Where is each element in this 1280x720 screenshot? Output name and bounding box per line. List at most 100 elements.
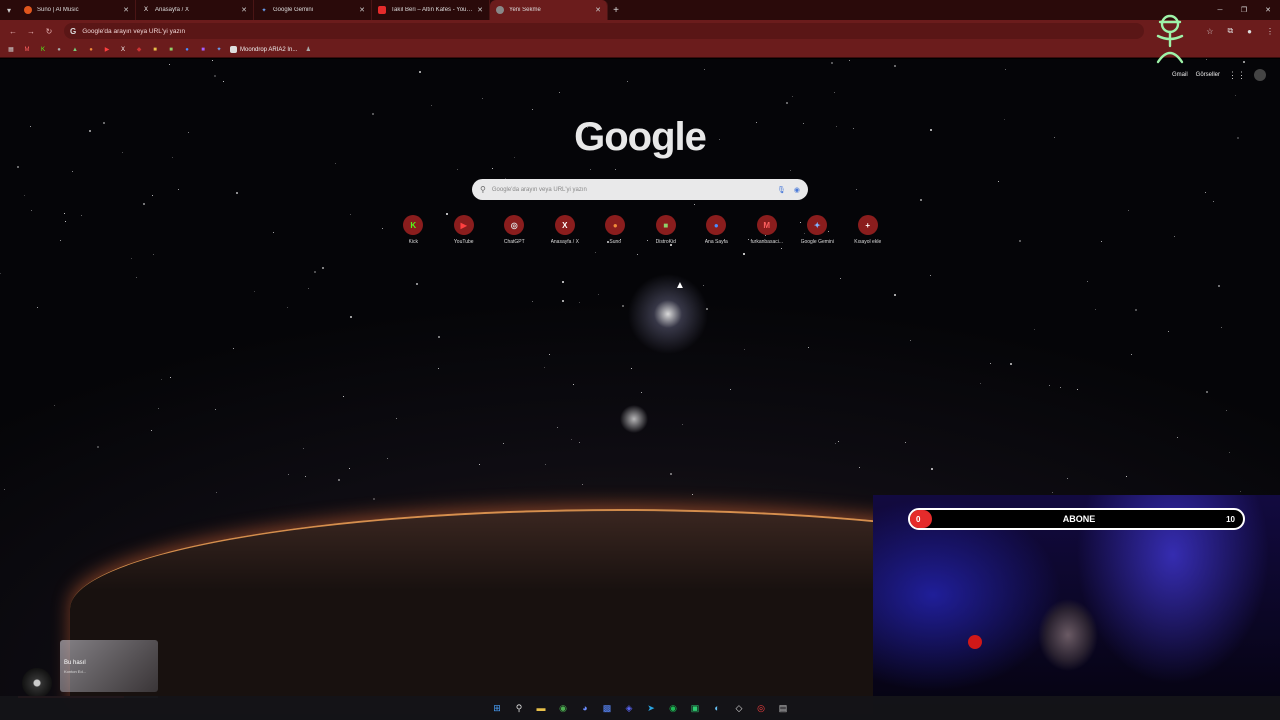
tab-x[interactable]: X Anasayfa / X ✕ — [136, 0, 254, 20]
star-dot — [387, 458, 388, 459]
back-icon[interactable]: ← — [4, 27, 22, 36]
shortcut-kick[interactable]: K Kick — [388, 215, 439, 245]
bookmark-icon[interactable]: ● — [182, 45, 192, 55]
star-dot — [322, 267, 324, 269]
star-dot — [831, 62, 833, 64]
star-dot — [910, 340, 911, 341]
star-dot — [416, 283, 418, 285]
add-shortcut-button[interactable]: + Kısayol ekle — [843, 215, 894, 245]
star-dot — [595, 252, 596, 253]
star-dot — [17, 166, 19, 168]
search-placeholder: Google'da arayın veya URL'yi yazın — [491, 186, 587, 193]
star-dot — [894, 294, 896, 296]
bookmark-icon[interactable]: ▲ — [70, 45, 80, 55]
avatar[interactable] — [1254, 69, 1266, 81]
browser-toolbar: ← → ↻ G Google'da arayın veya URL'yi yaz… — [0, 20, 1280, 42]
star-dot — [233, 348, 234, 349]
spotify-icon[interactable]: ◉ — [665, 700, 681, 716]
person-icon[interactable]: ♟ — [303, 45, 313, 55]
gmail-bookmark-icon[interactable]: M — [22, 45, 32, 55]
star-dot — [1229, 452, 1230, 453]
tab-suno[interactable]: Suno | AI Music ✕ — [18, 0, 136, 20]
steam-icon[interactable]: ◐ — [709, 700, 725, 716]
shortcut-suno[interactable]: ● Suno — [590, 215, 641, 245]
tab-new-tab[interactable]: Yeni Sekme ✕ — [490, 0, 608, 20]
shortcut-chatgpt[interactable]: ◎ ChatGPT — [489, 215, 540, 245]
star-dot — [1221, 327, 1222, 328]
shortcut-gmail[interactable]: M furkanbasaci... — [742, 215, 793, 245]
tab-youtube[interactable]: Takıl Beri – Altın Kafes - YouTub ✕ — [372, 0, 490, 20]
chrome-icon[interactable]: ◉ — [555, 700, 571, 716]
bookmark-icon[interactable]: ● — [54, 45, 64, 55]
gemini-bookmark-icon[interactable]: ✦ — [214, 45, 224, 55]
app-icon[interactable]: ▣ — [687, 700, 703, 716]
bookmark-icon[interactable]: ■ — [166, 45, 176, 55]
close-icon[interactable]: ✕ — [241, 6, 247, 14]
shortcut-youtube[interactable]: ▶ YouTube — [439, 215, 490, 245]
app-icon[interactable]: ▩ — [599, 700, 615, 716]
shortcut-gemini[interactable]: ✦ Google Gemini — [792, 215, 843, 245]
close-icon[interactable]: ✕ — [123, 6, 129, 14]
bookmark-icon[interactable]: ◆ — [134, 45, 144, 55]
search-box[interactable]: ⚲ Google'da arayın veya URL'yi yazın 🎙︎ … — [472, 179, 808, 200]
app-icon[interactable]: ◕ — [577, 700, 593, 716]
reload-icon[interactable]: ↻ — [40, 27, 58, 36]
star-dot — [786, 102, 788, 104]
file-explorer-icon[interactable]: ▬ — [533, 700, 549, 716]
discord-icon[interactable]: ◈ — [621, 700, 637, 716]
search-taskbar-icon[interactable]: ⚲ — [511, 700, 527, 716]
microphone-icon[interactable]: 🎙︎ — [777, 186, 786, 194]
address-bar[interactable]: G Google'da arayın veya URL'yi yazın — [64, 23, 1144, 39]
close-window-icon[interactable]: ✕ — [1256, 6, 1280, 14]
star-dot — [169, 64, 170, 65]
x-icon: X — [554, 215, 575, 235]
google-apps-icon[interactable]: ⋮⋮ — [1228, 70, 1246, 81]
star-dot — [482, 98, 483, 99]
moondrop-bookmark[interactable]: Moondrop ARIA2 In... — [230, 46, 297, 53]
app-icon[interactable]: ◇ — [731, 700, 747, 716]
close-icon[interactable]: ✕ — [359, 6, 365, 14]
kick-bookmark-icon[interactable]: K — [38, 45, 48, 55]
youtube-bookmark-icon[interactable]: ▶ — [102, 45, 112, 55]
app-icon[interactable]: ▤ — [775, 700, 791, 716]
shortcut-distrokid[interactable]: ■ DistroKid — [641, 215, 692, 245]
images-link[interactable]: Görseller — [1196, 72, 1220, 78]
close-icon[interactable]: ✕ — [595, 6, 601, 14]
forward-icon[interactable]: → — [22, 27, 40, 36]
star-dot — [579, 442, 580, 443]
suno-favicon-icon — [24, 6, 32, 14]
bookmark-star-icon[interactable]: ☆ — [1206, 27, 1213, 36]
gmail-link[interactable]: Gmail — [1172, 72, 1188, 78]
folder-icon[interactable]: ■ — [150, 45, 160, 55]
new-tab-button[interactable]: + — [608, 5, 624, 16]
telegram-icon[interactable]: ➤ — [643, 700, 659, 716]
star-dot — [431, 105, 432, 106]
close-icon[interactable]: ✕ — [477, 6, 483, 14]
apps-icon[interactable]: ▦ — [6, 45, 16, 55]
star-dot — [64, 213, 65, 214]
star-dot — [706, 308, 708, 310]
shortcut-ana-sayfa[interactable]: ● Ana Sayfa — [691, 215, 742, 245]
star-dot — [1010, 363, 1012, 365]
restore-icon[interactable]: ❐ — [1232, 6, 1256, 14]
profile-icon[interactable]: ● — [1247, 27, 1252, 36]
bookmark-icon[interactable]: ■ — [198, 45, 208, 55]
newtab-favicon-icon — [496, 6, 504, 14]
webcam-overlay: 0 ABONE 10 — [873, 495, 1280, 720]
app-icon[interactable]: ◎ — [753, 700, 769, 716]
x-bookmark-icon[interactable]: X — [118, 45, 128, 55]
bookmark-icon[interactable]: ● — [86, 45, 96, 55]
minimize-icon[interactable]: ─ — [1208, 7, 1232, 14]
shortcut-x[interactable]: X Anasayfa / X — [540, 215, 591, 245]
tab-gemini[interactable]: ✦ Google Gemini ✕ — [254, 0, 372, 20]
star-dot — [859, 467, 860, 468]
start-icon[interactable]: ⊞ — [489, 700, 505, 716]
tab-search-icon[interactable]: ▾ — [0, 1, 18, 19]
star-dot — [840, 278, 841, 279]
tab-title: Takıl Beri – Altın Kafes - YouTub — [391, 7, 474, 13]
star-dot — [131, 258, 132, 259]
star-dot — [835, 443, 836, 444]
menu-icon[interactable]: ⋮ — [1266, 27, 1274, 36]
google-lens-icon[interactable]: ◉ — [794, 186, 800, 194]
extensions-icon[interactable]: ⧉ — [1227, 26, 1233, 36]
